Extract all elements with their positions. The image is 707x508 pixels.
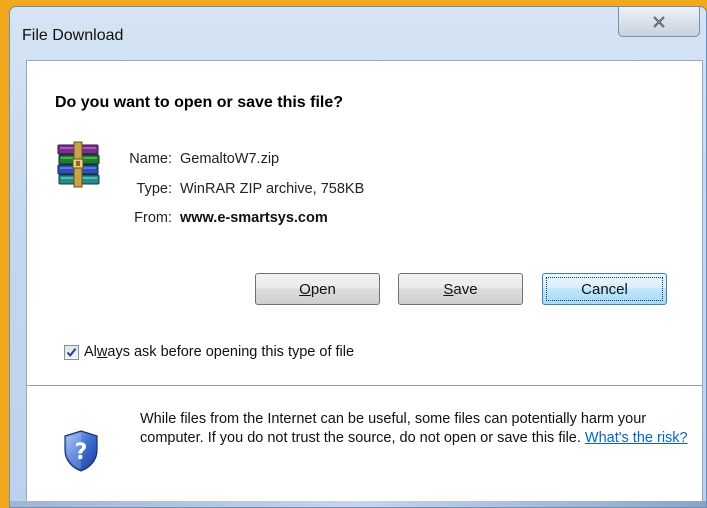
- winrar-archive-icon: [57, 141, 100, 188]
- warning-text: While files from the Internet can be use…: [140, 411, 688, 446]
- open-button[interactable]: Open: [255, 273, 380, 305]
- whats-the-risk-link[interactable]: What's the risk?: [585, 430, 688, 446]
- open-button-label: Open: [299, 280, 336, 298]
- cancel-button[interactable]: Cancel: [542, 273, 667, 305]
- type-label: Type:: [136, 181, 172, 197]
- file-download-dialog: File Download Do you want to open or sav…: [9, 6, 707, 508]
- title-bar[interactable]: File Download: [10, 7, 706, 59]
- name-label: Name:: [129, 151, 172, 167]
- warning-section: ? While files from the Internet can be u…: [27, 386, 702, 501]
- always-ask-label: Always ask before opening this type of f…: [84, 344, 355, 360]
- always-ask-option[interactable]: Always ask before opening this type of f…: [64, 344, 354, 360]
- file-source-value: www.e-smartsys.com: [180, 210, 328, 226]
- file-name-value: GemaltoW7.zip: [180, 151, 280, 167]
- from-label: From:: [134, 210, 172, 226]
- cancel-button-label: Cancel: [581, 280, 628, 298]
- always-ask-checkbox[interactable]: [64, 344, 79, 360]
- close-button[interactable]: [618, 7, 700, 37]
- save-button[interactable]: Save: [398, 273, 523, 305]
- dialog-question: Do you want to open or save this file?: [55, 94, 344, 111]
- dialog-content: Do you want to open or save this file? N…: [26, 60, 703, 502]
- save-button-label: Save: [443, 280, 478, 298]
- checkmark-icon: [66, 347, 77, 357]
- svg-text:?: ?: [75, 440, 88, 465]
- window-bottom-border: [10, 501, 706, 507]
- window-title: File Download: [22, 27, 124, 44]
- file-type-value: WinRAR ZIP archive, 758KB: [180, 181, 365, 197]
- security-shield-icon: ?: [64, 430, 98, 472]
- close-icon: [653, 15, 665, 28]
